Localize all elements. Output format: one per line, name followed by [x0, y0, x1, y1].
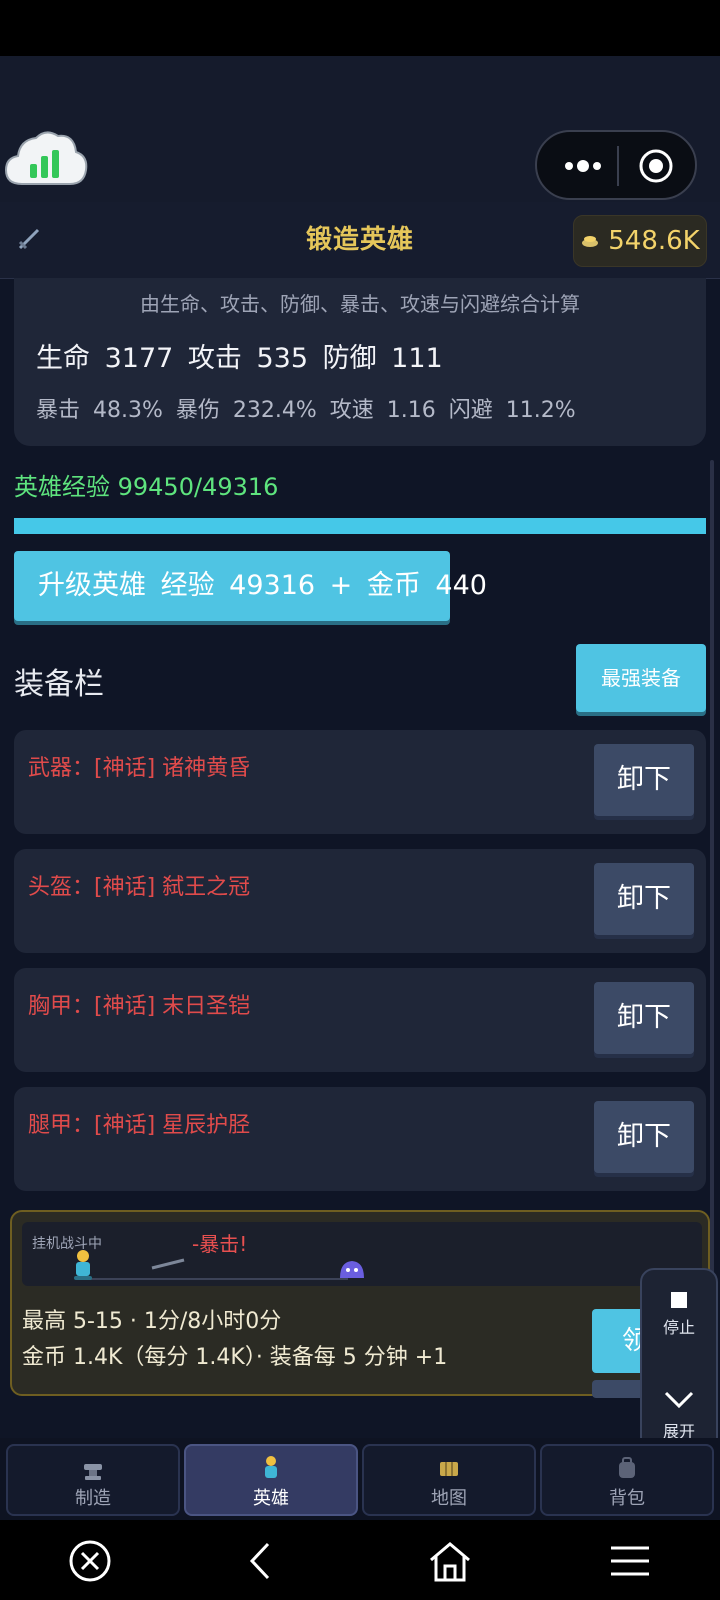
tab-hero[interactable]: 英雄 — [184, 1444, 358, 1516]
home-icon[interactable] — [427, 1538, 473, 1584]
tab-label: 地图 — [431, 1488, 467, 1509]
status-bar — [0, 0, 720, 56]
stats-main-line: 生命 3177 攻击 535 防御 111 — [36, 343, 443, 374]
unequip-helmet-button[interactable]: 卸下 — [594, 863, 694, 935]
tab-backpack[interactable]: 背包 — [540, 1444, 714, 1516]
stop-icon — [671, 1292, 687, 1308]
best-equipment-button[interactable]: 最强装备 — [576, 644, 706, 712]
hero-sprite-icon — [74, 1250, 92, 1280]
equipment-slot-helmet: 头盔：[神话] 弑王之冠 卸下 — [14, 849, 706, 953]
hero-exp-label: 英雄经验 99450/49316 — [14, 473, 279, 501]
stop-button[interactable]: 停止 — [642, 1282, 716, 1346]
anvil-icon — [84, 1464, 102, 1480]
stats-note: 由生命、攻击、防御、暴击、攻速与闪避综合计算 — [140, 292, 580, 316]
equipment-slot-label: 头盔：[神话] 弑王之冠 — [28, 875, 251, 900]
close-mini-program-icon[interactable] — [637, 147, 675, 185]
gold-amount: 548.6K — [608, 226, 700, 256]
gold-balance-badge: 548.6K — [573, 215, 707, 267]
capsule-divider — [617, 146, 619, 186]
equipment-slot-legs: 腿甲：[神话] 星辰护胫 卸下 — [14, 1087, 706, 1191]
slime-enemy-icon — [340, 1261, 364, 1278]
expand-button[interactable]: 展开 — [642, 1384, 716, 1444]
gold-coins-icon — [582, 236, 599, 247]
equipment-slot-weapon: 武器：[神话] 诸神黄昏 卸下 — [14, 730, 706, 834]
tab-craft[interactable]: 制造 — [6, 1444, 180, 1516]
stop-label: 停止 — [662, 1318, 695, 1337]
unequip-weapon-button[interactable]: 卸下 — [594, 744, 694, 816]
crit-popup-text: -暴击! — [192, 1232, 248, 1256]
scrollbar[interactable] — [710, 460, 714, 1390]
unequip-chest-button[interactable]: 卸下 — [594, 982, 694, 1054]
map-icon — [440, 1462, 458, 1476]
tab-map[interactable]: 地图 — [362, 1444, 536, 1516]
exp-progress-fill — [14, 518, 706, 534]
upgrade-hero-button[interactable]: 升级英雄 经验 49316 + 金币 440 — [14, 551, 487, 621]
chevron-down-icon — [664, 1391, 694, 1409]
backpack-icon — [619, 1457, 635, 1478]
tab-label: 背包 — [609, 1488, 645, 1509]
equipment-slot-label: 武器：[神话] 诸神黄昏 — [28, 756, 251, 781]
flying-sword-icon — [151, 1258, 185, 1270]
back-icon[interactable] — [238, 1538, 284, 1584]
battle-ground-line — [78, 1278, 348, 1280]
unequip-legs-button[interactable]: 卸下 — [594, 1101, 694, 1173]
menu-icon[interactable] — [607, 1538, 653, 1584]
battle-income-text: 金币 1.4K（每分 1.4K）· 装备每 5 分钟 +1 — [22, 1345, 448, 1370]
equipment-section-title: 装备栏 — [14, 667, 104, 702]
equipment-slot-label: 腿甲：[神话] 星辰护胫 — [28, 1113, 251, 1138]
more-options-icon[interactable] — [559, 152, 607, 180]
mini-program-capsule — [535, 130, 697, 200]
hero-icon — [265, 1456, 277, 1478]
tab-label: 制造 — [75, 1488, 111, 1509]
cloud-chart-logo-icon — [4, 131, 88, 185]
equipment-slot-label: 胸甲：[神话] 末日圣铠 — [28, 994, 251, 1019]
battle-progress-text: 最高 5-15 · 1分/8小时0分 — [22, 1309, 282, 1334]
tab-label: 英雄 — [253, 1488, 289, 1509]
stats-sub-line: 暴击 48.3% 暴伤 232.4% 攻速 1.16 闪避 11.2% — [36, 398, 576, 423]
equipment-slot-chest: 胸甲：[神话] 末日圣铠 卸下 — [14, 968, 706, 1072]
close-circle-icon[interactable] — [67, 1538, 113, 1584]
